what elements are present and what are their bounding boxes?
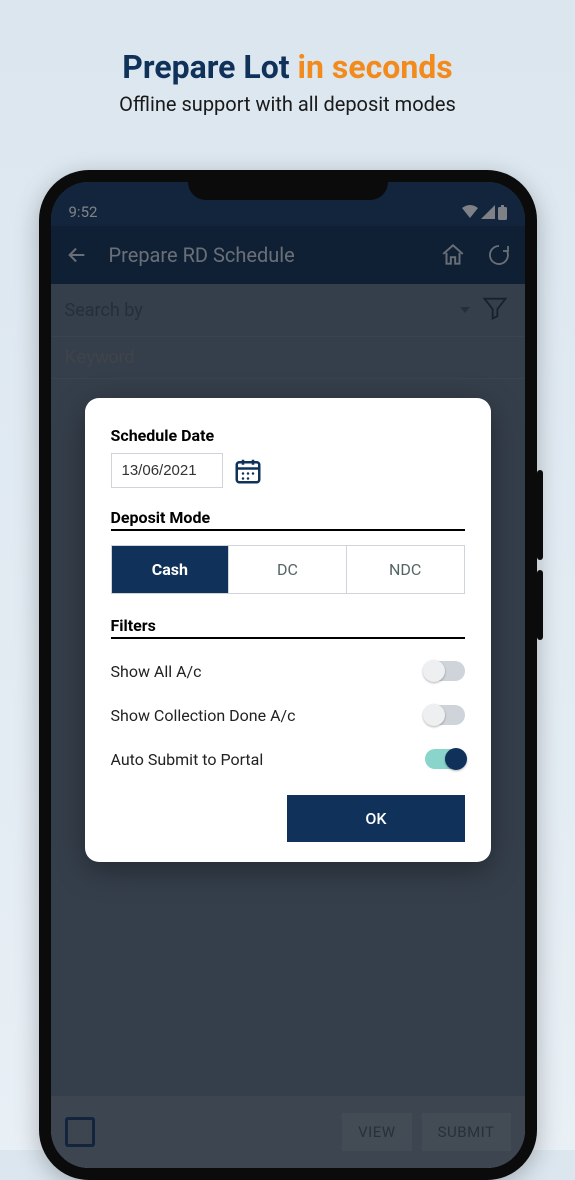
status-time: 9:52 (69, 203, 98, 221)
back-icon[interactable] (63, 241, 91, 269)
screen: 9:52 Prepare RD Schedule Search by (51, 182, 525, 1168)
submit-button[interactable]: SUBMIT (422, 1113, 511, 1151)
phone-frame: 9:52 Prepare RD Schedule Search by (39, 170, 537, 1180)
phone-side-button (537, 570, 543, 640)
select-all-checkbox[interactable] (65, 1117, 95, 1147)
schedule-dialog: Schedule Date Deposit Mode Cash DC NDC F… (85, 398, 491, 862)
chevron-down-icon (459, 304, 471, 316)
phone-side-button (537, 470, 543, 560)
app-bar-title: Prepare RD Schedule (109, 243, 421, 267)
subline: Offline support with all deposit modes (0, 92, 575, 116)
logout-icon[interactable] (485, 241, 513, 269)
schedule-date-label: Schedule Date (111, 426, 465, 445)
mode-dc-button[interactable]: DC (229, 546, 347, 593)
status-icons (462, 205, 507, 220)
deposit-mode-segmented: Cash DC NDC (111, 545, 465, 594)
mode-cash-button[interactable]: Cash (112, 546, 230, 593)
headline-part-b: in seconds (298, 48, 453, 86)
app-bar: Prepare RD Schedule (51, 226, 525, 284)
filter-label: Auto Submit to Portal (111, 750, 264, 769)
keyword-row (51, 337, 525, 379)
home-icon[interactable] (439, 241, 467, 269)
toggle-auto-submit[interactable] (425, 749, 465, 769)
toggle-show-all[interactable] (425, 661, 465, 681)
ok-button[interactable]: OK (287, 795, 464, 842)
search-by-dropdown[interactable]: Search by (65, 300, 471, 321)
search-by-row: Search by (51, 284, 525, 337)
dialog-actions: OK (111, 795, 465, 842)
filter-row-show-all: Show All A/c (111, 649, 465, 693)
bottom-action-bar: VIEW SUBMIT (51, 1096, 525, 1168)
filter-row-collection-done: Show Collection Done A/c (111, 693, 465, 737)
filters-label: Filters (111, 616, 465, 635)
filter-icon[interactable] (481, 294, 511, 326)
filter-row-auto-submit: Auto Submit to Portal (111, 737, 465, 781)
signal-icon (481, 205, 495, 219)
divider (111, 529, 465, 531)
date-row (111, 453, 465, 488)
deposit-mode-label: Deposit Mode (111, 508, 465, 527)
headline-part-a: Prepare Lot (122, 48, 297, 86)
battery-icon (498, 205, 507, 220)
filter-label: Show Collection Done A/c (111, 706, 296, 725)
schedule-date-input[interactable] (111, 453, 223, 488)
filters-section: Filters Show All A/c Show Collection Don… (111, 616, 465, 781)
view-button[interactable]: VIEW (342, 1113, 411, 1151)
keyword-input[interactable] (65, 347, 511, 368)
toggle-collection-done[interactable] (425, 705, 465, 725)
phone-notch (188, 172, 388, 200)
headline: Prepare Lot in seconds (0, 48, 575, 86)
search-by-label: Search by (65, 300, 143, 321)
marketing-header: Prepare Lot in seconds Offline support w… (0, 0, 575, 116)
divider (111, 637, 465, 639)
calendar-icon[interactable] (233, 456, 263, 486)
wifi-icon (462, 205, 478, 219)
filter-label: Show All A/c (111, 662, 202, 681)
mode-ndc-button[interactable]: NDC (347, 546, 464, 593)
